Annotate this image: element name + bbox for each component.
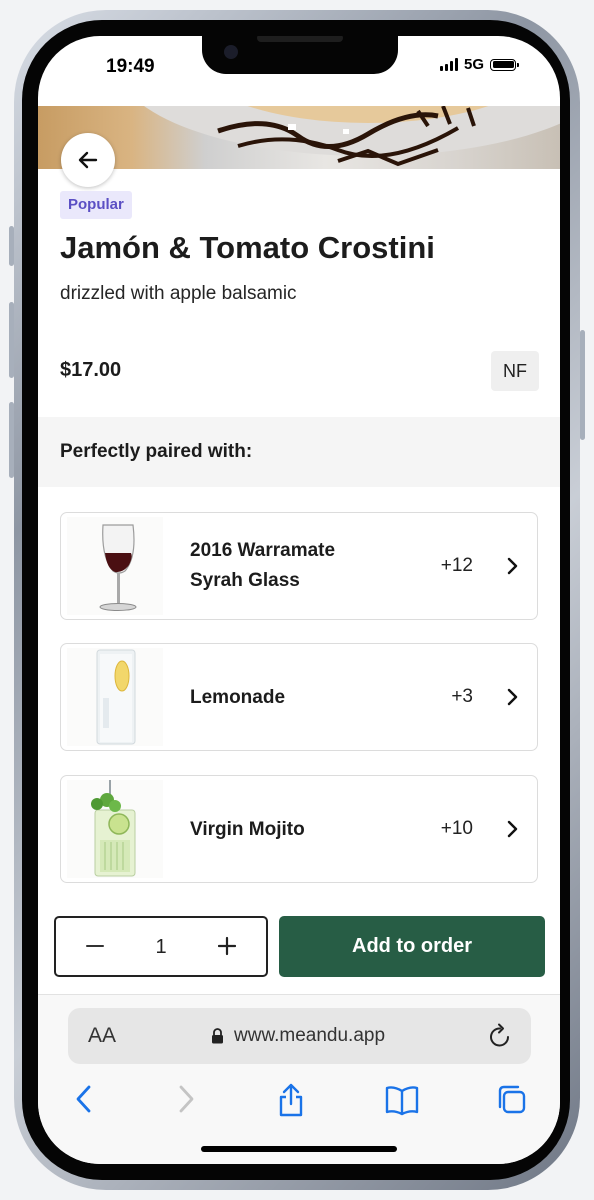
- forward-nav-icon[interactable]: [176, 1083, 196, 1117]
- browser-toolbar: AA www.meandu.app: [38, 994, 560, 1164]
- dietary-tag: NF: [491, 351, 539, 391]
- quantity-stepper: 1: [54, 916, 268, 977]
- back-nav-icon[interactable]: [74, 1083, 94, 1117]
- add-to-order-button[interactable]: Add to order: [279, 916, 545, 977]
- lock-icon: [212, 1028, 223, 1044]
- screen: 19:49 5G Popular Jamón & Tomato Crostini: [38, 36, 560, 1164]
- network-label: 5G: [463, 56, 484, 73]
- home-indicator[interactable]: [201, 1146, 397, 1152]
- status-time: 19:49: [106, 56, 155, 77]
- popular-badge: Popular: [60, 191, 132, 219]
- volume-up-button: [9, 302, 14, 378]
- pairing-price-extra: +3: [451, 686, 473, 707]
- arrow-left-icon: [78, 151, 98, 169]
- mute-switch: [9, 226, 14, 266]
- signal-icon: [439, 58, 458, 71]
- pairing-name: Virgin Mojito: [190, 819, 305, 840]
- chevron-right-icon: [507, 688, 518, 706]
- lemonade-glass-image: [67, 648, 163, 746]
- address-bar[interactable]: AA www.meandu.app: [68, 1008, 531, 1064]
- pairing-price-extra: +10: [440, 818, 473, 839]
- chevron-right-icon: [507, 820, 518, 838]
- bookmarks-icon[interactable]: [384, 1083, 420, 1117]
- pairing-title: Perfectly paired with:: [60, 441, 253, 462]
- pairing-card-lemonade[interactable]: Lemonade +3: [60, 643, 538, 751]
- reload-icon[interactable]: [487, 1022, 513, 1050]
- plus-icon[interactable]: [218, 936, 236, 956]
- notch: [202, 36, 398, 74]
- browser-nav: [38, 1083, 560, 1123]
- battery-icon: [490, 58, 519, 71]
- speaker: [257, 36, 343, 42]
- text-size-button[interactable]: AA: [88, 1024, 116, 1048]
- mojito-glass-image: [67, 780, 163, 878]
- hero-image: [38, 106, 560, 169]
- back-button[interactable]: [61, 133, 115, 187]
- chevron-right-icon: [507, 557, 518, 575]
- pairing-name: Lemonade: [190, 687, 286, 708]
- product-description: drizzled with apple balsamic: [60, 283, 297, 304]
- status-indicators: 5G: [439, 56, 519, 73]
- pairing-name: 2016 Warramate Syrah Glass: [190, 540, 336, 591]
- pairing-card-wine[interactable]: 2016 Warramate Syrah Glass +12: [60, 512, 538, 620]
- product-price: $17.00: [60, 359, 122, 381]
- volume-down-button: [9, 402, 14, 478]
- share-icon[interactable]: [276, 1083, 306, 1117]
- url-text: www.meandu.app: [234, 1025, 386, 1046]
- wine-glass-image: [67, 517, 163, 615]
- pairing-section-header: Perfectly paired with:: [38, 417, 560, 487]
- tabs-icon[interactable]: [496, 1083, 528, 1117]
- pairing-card-mojito[interactable]: Virgin Mojito +10: [60, 775, 538, 883]
- product-title: Jamón & Tomato Crostini: [60, 230, 435, 265]
- pairing-price-extra: +12: [440, 555, 473, 576]
- front-camera: [224, 45, 238, 59]
- power-button: [580, 330, 585, 440]
